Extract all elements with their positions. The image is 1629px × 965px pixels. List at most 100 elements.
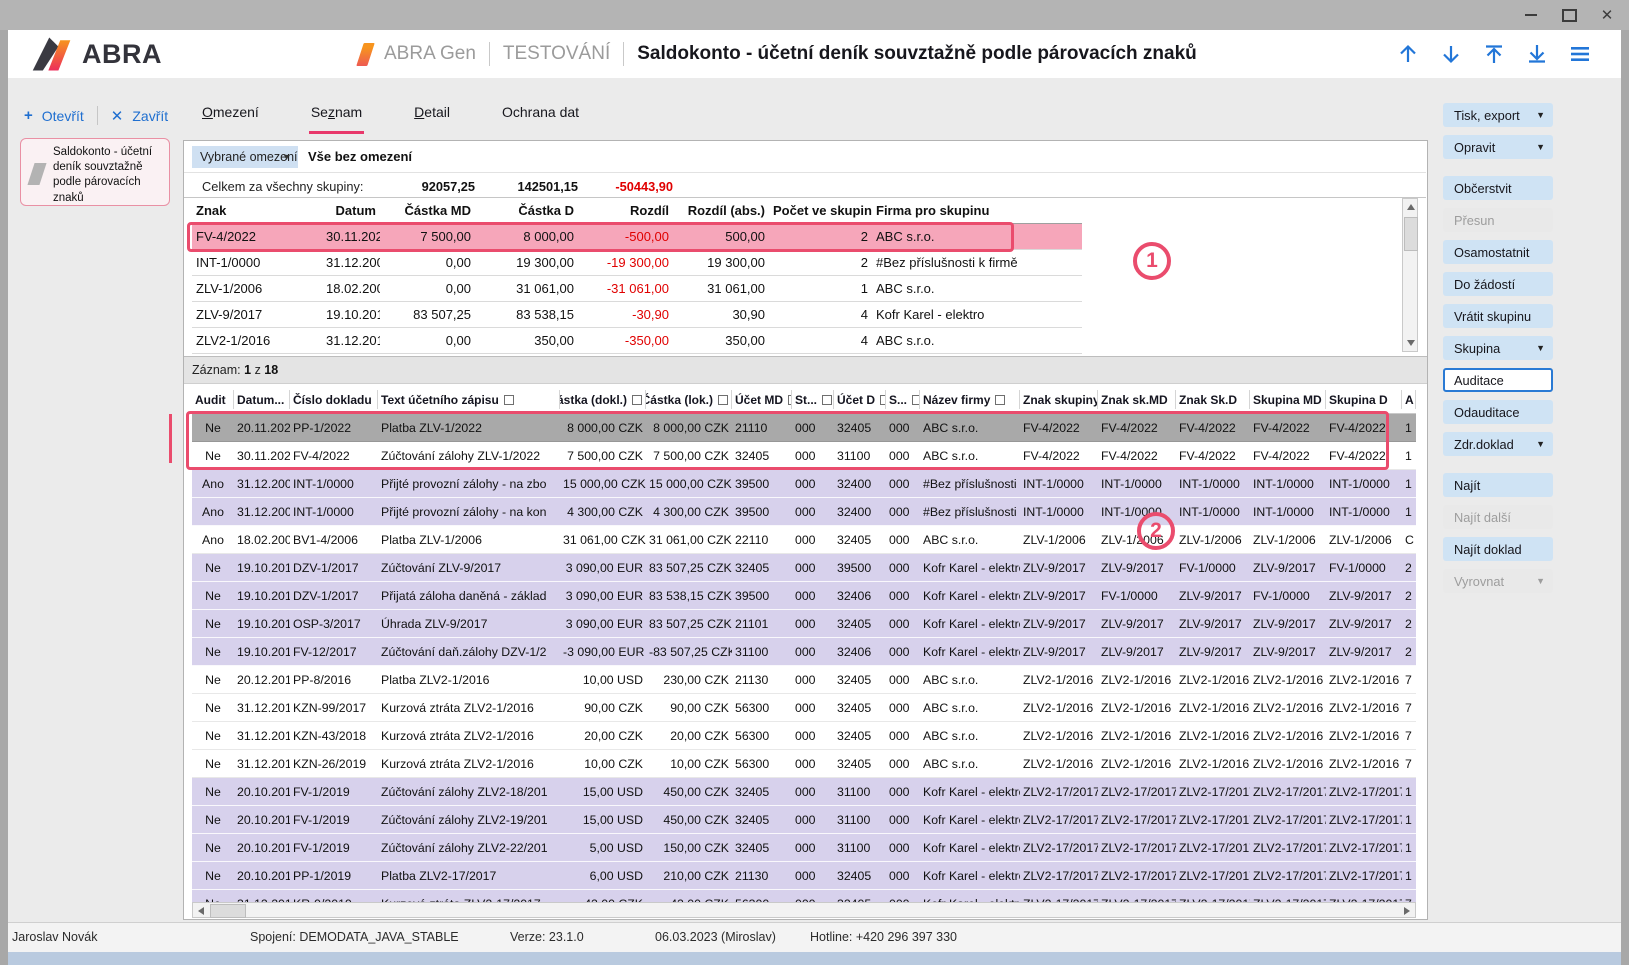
column-filter-icon[interactable] bbox=[912, 395, 920, 405]
journal-column-header[interactable]: Číslo dokladu bbox=[290, 390, 378, 409]
groups-column-header[interactable]: Firma pro skupinu bbox=[872, 203, 1078, 218]
journal-table-hscrollbar[interactable] bbox=[192, 902, 1416, 918]
groups-column-header[interactable]: Částka D bbox=[475, 203, 578, 218]
journal-column-header[interactable]: Účet MD bbox=[732, 390, 792, 409]
column-filter-icon[interactable] bbox=[995, 395, 1005, 405]
scrollbar-thumb[interactable] bbox=[210, 904, 246, 918]
close-button[interactable]: ✕ bbox=[1599, 7, 1615, 23]
journal-column-header[interactable]: Datum... bbox=[234, 390, 290, 409]
přesun-button[interactable]: Přesun bbox=[1443, 208, 1553, 232]
column-filter-icon[interactable] bbox=[632, 395, 642, 405]
journal-table-row[interactable]: Ne20.10.2019FV-1/2019Zúčtování zálohy ZL… bbox=[192, 834, 1416, 862]
občerstvit-button[interactable]: Občerstvit bbox=[1443, 176, 1553, 200]
journal-column-header[interactable]: Znak sk.MD bbox=[1098, 390, 1176, 409]
najít-button[interactable]: Najít bbox=[1443, 473, 1553, 497]
journal-table-row[interactable]: Ano18.02.2006BV1-4/2006Platba ZLV-1/2006… bbox=[192, 526, 1416, 554]
groups-cell: #Bez příslušnosti k firmě bbox=[872, 255, 1078, 270]
journal-table-row[interactable]: Ne19.10.2017DZV-1/2017Přijatá záloha dan… bbox=[192, 582, 1416, 610]
tab-detail[interactable]: Detail bbox=[412, 98, 452, 134]
auditace-button[interactable]: Auditace bbox=[1443, 368, 1553, 392]
groups-column-header[interactable]: Počet ve skupině bbox=[769, 203, 872, 218]
restriction-dropdown[interactable]: Vybrané omezení ▼ bbox=[192, 146, 298, 168]
action-panel: Tisk, export▼ Opravit▼ Občerstvit Přesun Osa… bbox=[1443, 103, 1553, 601]
groups-column-header[interactable]: Datum bbox=[322, 203, 380, 218]
zdr-doklad-button[interactable]: Zdr.doklad▼ bbox=[1443, 432, 1553, 456]
groups-cell: 7 500,00 bbox=[380, 229, 475, 244]
vyrovnat-button[interactable]: Vyrovnat▼ bbox=[1443, 569, 1553, 593]
journal-table-row[interactable]: Ne19.10.2017OSP-3/2017Úhrada ZLV-9/20173… bbox=[192, 610, 1416, 638]
journal-column-header[interactable]: St... bbox=[792, 390, 834, 409]
scroll-right-icon[interactable] bbox=[1404, 907, 1410, 915]
journal-table-row[interactable]: Ano31.12.2005INT-1/0000Přijté provozní z… bbox=[192, 498, 1416, 526]
osamostatnit-button[interactable]: Osamostatnit bbox=[1443, 240, 1553, 264]
column-filter-icon[interactable] bbox=[504, 395, 514, 405]
prev-record-button[interactable] bbox=[1395, 41, 1421, 67]
journal-table-row[interactable]: Ne20.11.2022PP-1/2022Platba ZLV-1/20228 … bbox=[192, 414, 1416, 442]
groups-column-header[interactable]: Částka MD bbox=[380, 203, 475, 218]
journal-column-header[interactable]: Znak Sk.D bbox=[1176, 390, 1250, 409]
open-button[interactable]: Otevřít bbox=[42, 108, 84, 124]
journal-column-header[interactable]: Skupina MD bbox=[1250, 390, 1326, 409]
action-button-label: Auditace bbox=[1454, 373, 1504, 388]
journal-column-header[interactable]: Audit bbox=[192, 390, 234, 409]
journal-table-row[interactable]: Ano31.12.2005INT-1/0000Přijté provozní z… bbox=[192, 470, 1416, 498]
vrátit-skupinu-button[interactable]: Vrátit skupinu bbox=[1443, 304, 1553, 328]
journal-column-header[interactable]: Skupina D bbox=[1326, 390, 1402, 409]
next-record-button[interactable] bbox=[1438, 41, 1464, 67]
najít-další-button[interactable]: Najít další bbox=[1443, 505, 1553, 529]
main-menu-button[interactable] bbox=[1567, 41, 1593, 67]
odauditace-button[interactable]: Odauditace bbox=[1443, 400, 1553, 424]
tab-seznam[interactable]: Seznam bbox=[309, 98, 364, 134]
groups-table-row[interactable]: ZLV2-1/201631.12.20190,00350,00-350,0035… bbox=[192, 328, 1082, 354]
scrollbar-thumb[interactable] bbox=[1404, 217, 1418, 251]
journal-table-row[interactable]: Ne20.10.2019FV-1/2019Zúčtování zálohy ZL… bbox=[192, 778, 1416, 806]
journal-column-header[interactable]: Částka (dokl.) bbox=[560, 390, 646, 409]
journal-cell: Ne bbox=[192, 785, 234, 799]
groups-column-header[interactable]: Rozdíl (abs.) bbox=[673, 203, 769, 218]
journal-table-row[interactable]: Ne20.10.2019PP-1/2019Platba ZLV2-17/2017… bbox=[192, 862, 1416, 890]
journal-table-row[interactable]: Ne31.12.2017KZN-99/2017Kurzová ztráta ZL… bbox=[192, 694, 1416, 722]
journal-column-header[interactable]: Název firmy bbox=[920, 390, 1020, 409]
journal-column-header[interactable]: A bbox=[1402, 390, 1416, 409]
groups-column-header[interactable]: Znak bbox=[192, 203, 322, 218]
journal-column-header[interactable]: Znak skupiny bbox=[1020, 390, 1098, 409]
journal-cell: ZLV-9/2017 bbox=[1098, 561, 1176, 575]
journal-table-row[interactable]: Ne30.11.2022FV-4/2022Zúčtování zálohy ZL… bbox=[192, 442, 1416, 470]
first-record-button[interactable] bbox=[1481, 41, 1507, 67]
journal-table-row[interactable]: Ne19.10.2017DZV-1/2017Zúčtování ZLV-9/20… bbox=[192, 554, 1416, 582]
journal-cell: INT-1/0000 bbox=[1326, 505, 1402, 519]
minimize-button[interactable] bbox=[1523, 7, 1539, 23]
groups-table-row[interactable]: ZLV-9/201719.10.201783 507,2583 538,15-3… bbox=[192, 302, 1082, 328]
scroll-up-icon[interactable] bbox=[1407, 204, 1415, 210]
journal-column-header[interactable]: Účet D bbox=[834, 390, 886, 409]
journal-table-row[interactable]: Ne31.12.2018KZN-43/2018Kurzová ztráta ZL… bbox=[192, 722, 1416, 750]
groups-table-row[interactable]: INT-1/000031.12.20050,0019 300,00-19 300… bbox=[192, 250, 1082, 276]
journal-table-row[interactable]: Ne20.10.2019FV-1/2019Zúčtování zálohy ZL… bbox=[192, 806, 1416, 834]
last-record-button[interactable] bbox=[1524, 41, 1550, 67]
groups-table-scrollbar[interactable] bbox=[1402, 198, 1418, 352]
tab-ochrana-dat[interactable]: Ochrana dat bbox=[500, 98, 581, 134]
column-filter-icon[interactable] bbox=[718, 395, 728, 405]
journal-table-row[interactable]: Ne20.12.2016PP-8/2016Platba ZLV2-1/20161… bbox=[192, 666, 1416, 694]
tab-omezen-[interactable]: Omezení bbox=[200, 98, 261, 134]
journal-column-header[interactable]: Částka (lok.) bbox=[646, 390, 732, 409]
groups-table-row[interactable]: ZLV-1/200618.02.20060,0031 061,00-31 061… bbox=[192, 276, 1082, 302]
journal-cell: 19.10.2017 bbox=[234, 617, 290, 631]
close-window-button[interactable]: Zavřít bbox=[132, 108, 168, 124]
maximize-button[interactable] bbox=[1561, 7, 1577, 23]
tisk-export-button[interactable]: Tisk, export▼ bbox=[1443, 103, 1553, 127]
journal-table-row[interactable]: Ne31.12.2019KZN-26/2019Kurzová ztráta ZL… bbox=[192, 750, 1416, 778]
skupina-button[interactable]: Skupina▼ bbox=[1443, 336, 1553, 360]
groups-table-row[interactable]: FV-4/202230.11.20227 500,008 000,00-500,… bbox=[192, 224, 1082, 250]
scroll-down-icon[interactable] bbox=[1407, 340, 1415, 346]
scroll-left-icon[interactable] bbox=[198, 907, 204, 915]
journal-table-row[interactable]: Ne19.10.2017FV-12/2017Zúčtování daň.zálo… bbox=[192, 638, 1416, 666]
najít-doklad-button[interactable]: Najít doklad bbox=[1443, 537, 1553, 561]
groups-cell: 31.12.2005 bbox=[322, 255, 380, 270]
groups-column-header[interactable]: Rozdíl bbox=[578, 203, 673, 218]
journal-column-header[interactable]: Text účetního zápisu bbox=[378, 390, 560, 409]
journal-column-header[interactable]: S... bbox=[886, 390, 920, 409]
opravit-button[interactable]: Opravit▼ bbox=[1443, 135, 1553, 159]
column-filter-icon[interactable] bbox=[822, 395, 832, 405]
do-žádostí-button[interactable]: Do žádostí bbox=[1443, 272, 1553, 296]
